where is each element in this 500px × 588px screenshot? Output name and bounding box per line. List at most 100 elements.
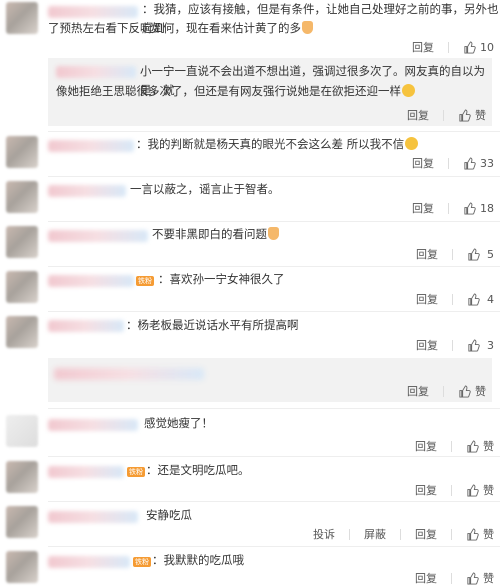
thumb-up-icon[interactable] (466, 439, 479, 453)
comment-item: 一言以蔽之，谣言止于智者。 回复 18 (0, 177, 500, 221)
reply-button[interactable]: 回复 (416, 246, 438, 262)
avatar[interactable] (6, 415, 38, 447)
comment-item: 铁粉 ：喜欢孙一宁女神很久了 回复 4 (0, 267, 500, 311)
comment-text: 了预热左右看下反响如何，现在看来估计黄了的多 (48, 19, 313, 38)
divider (451, 484, 452, 496)
comment-text: 像她拒绝王思聪很多次了，但还是有网友强行说她是在欲拒还迎一样 (56, 82, 415, 101)
divider (448, 202, 449, 214)
comment-actions: 回复 赞 (415, 571, 494, 585)
username[interactable] (48, 185, 126, 197)
thumb-up-icon[interactable] (463, 201, 476, 215)
thumbs-up-emoji-icon (268, 227, 279, 240)
avatar[interactable] (6, 2, 38, 34)
comment-text: 感觉她瘦了！ (144, 416, 213, 430)
comment-actions: 回复 33 (412, 155, 494, 171)
avatar[interactable] (6, 226, 38, 258)
reply-button[interactable]: 回复 (412, 200, 434, 216)
like-count: 赞 (483, 572, 494, 585)
like-count: 赞 (483, 528, 494, 541)
username[interactable] (56, 66, 136, 78)
like-count: 赞 (475, 385, 486, 398)
divider (443, 385, 444, 397)
reply-button[interactable]: 回复 (416, 337, 438, 353)
username[interactable] (48, 556, 130, 568)
username[interactable] (48, 230, 148, 242)
username[interactable] (48, 466, 124, 478)
username[interactable] (48, 320, 124, 332)
fan-badge: 铁粉 (133, 557, 151, 567)
report-button[interactable]: 投诉 (313, 526, 335, 542)
comment-actions: 回复 赞 (415, 483, 494, 497)
username[interactable] (48, 511, 138, 523)
comment-actions: 回复 5 (416, 246, 494, 262)
comment-actions: 回复 18 (412, 200, 494, 216)
divider (400, 528, 401, 540)
reply-quote: 回复 赞 (48, 358, 492, 402)
divider (349, 528, 350, 540)
comment-actions: 投诉 屏蔽 回复 赞 (313, 527, 494, 541)
fan-badge: 铁粉 (136, 276, 154, 286)
avatar[interactable] (6, 506, 38, 538)
comment-text: 一言以蔽之，谣言止于智者。 (130, 182, 280, 196)
comment-actions: 回复 3 (416, 337, 494, 353)
reply-button[interactable]: 回复 (412, 39, 434, 55)
like-count: 10 (480, 40, 494, 54)
comment-item: 铁粉 ：我默默的吃瓜哦 回复 赞 (0, 547, 500, 588)
reply-button[interactable]: 回复 (415, 570, 437, 586)
like-count: 4 (487, 292, 494, 306)
thumb-up-icon[interactable] (466, 571, 479, 585)
comment-item: 感觉她瘦了！ 回复 赞 (0, 409, 500, 459)
divider (451, 528, 452, 540)
block-button[interactable]: 屏蔽 (364, 526, 386, 542)
comment-item: 安静吃瓜 投诉 屏蔽 回复 赞 (0, 502, 500, 546)
username[interactable] (48, 6, 138, 18)
reply-button[interactable]: 回复 (412, 155, 434, 171)
username[interactable] (48, 419, 138, 431)
comment-text: ：我默默的吃瓜哦 (152, 553, 244, 567)
divider (452, 293, 453, 305)
reply-button[interactable]: 回复 (407, 107, 429, 123)
divider (448, 41, 449, 53)
smile-emoji-icon (405, 137, 419, 150)
avatar[interactable] (6, 551, 38, 583)
thumb-up-icon[interactable] (463, 40, 476, 54)
comment-text: 安静吃瓜 (146, 508, 192, 522)
divider (443, 109, 444, 121)
comment-item: 不要非黑即白的看问题 回复 5 (0, 222, 500, 266)
username[interactable] (54, 368, 204, 380)
thumb-up-icon[interactable] (467, 292, 480, 306)
avatar[interactable] (6, 271, 38, 303)
comment-actions: 回复 4 (416, 291, 494, 307)
thumb-up-icon[interactable] (466, 483, 479, 497)
divider (452, 339, 453, 351)
thumb-up-icon[interactable] (467, 247, 480, 261)
comment-text: ：杨老板最近说话水平有所提高啊 (126, 318, 299, 332)
thumb-up-icon[interactable] (458, 384, 471, 398)
thumb-up-icon[interactable] (467, 338, 480, 352)
reply-button[interactable]: 回复 (407, 383, 429, 399)
avatar[interactable] (6, 316, 38, 348)
reply-button[interactable]: 回复 (415, 526, 437, 542)
comment-item: ：我猜，应该有接触，但是有条件，让她自己处理好之前的事，另外也起到 了预热左右看… (0, 0, 500, 58)
reply-button[interactable]: 回复 (415, 438, 437, 454)
reply-button[interactable]: 回复 (416, 291, 438, 307)
username[interactable] (48, 275, 134, 287)
thumb-up-icon[interactable] (458, 108, 471, 122)
avatar[interactable] (6, 461, 38, 493)
thumb-up-icon[interactable] (466, 527, 479, 541)
like-count: 赞 (483, 484, 494, 497)
avatar[interactable] (6, 181, 38, 213)
avatar[interactable] (6, 136, 38, 168)
like-count: 赞 (483, 440, 494, 453)
comment-item: ：杨老板最近说话水平有所提高啊 回复 3 (0, 312, 500, 356)
divider (452, 248, 453, 260)
like-count: 33 (480, 156, 494, 170)
divider (451, 440, 452, 452)
reply-button[interactable]: 回复 (415, 482, 437, 498)
username[interactable] (48, 140, 134, 152)
comment-item: ：我的判断就是杨天真的眼光不会这么差 所以我不信 回复 33 (0, 132, 500, 176)
comment-item: 铁粉 ：还是文明吃瓜吧。 回复 赞 (0, 457, 500, 501)
like-count: 18 (480, 201, 494, 215)
thumb-up-icon[interactable] (463, 156, 476, 170)
like-count: 5 (487, 247, 494, 261)
